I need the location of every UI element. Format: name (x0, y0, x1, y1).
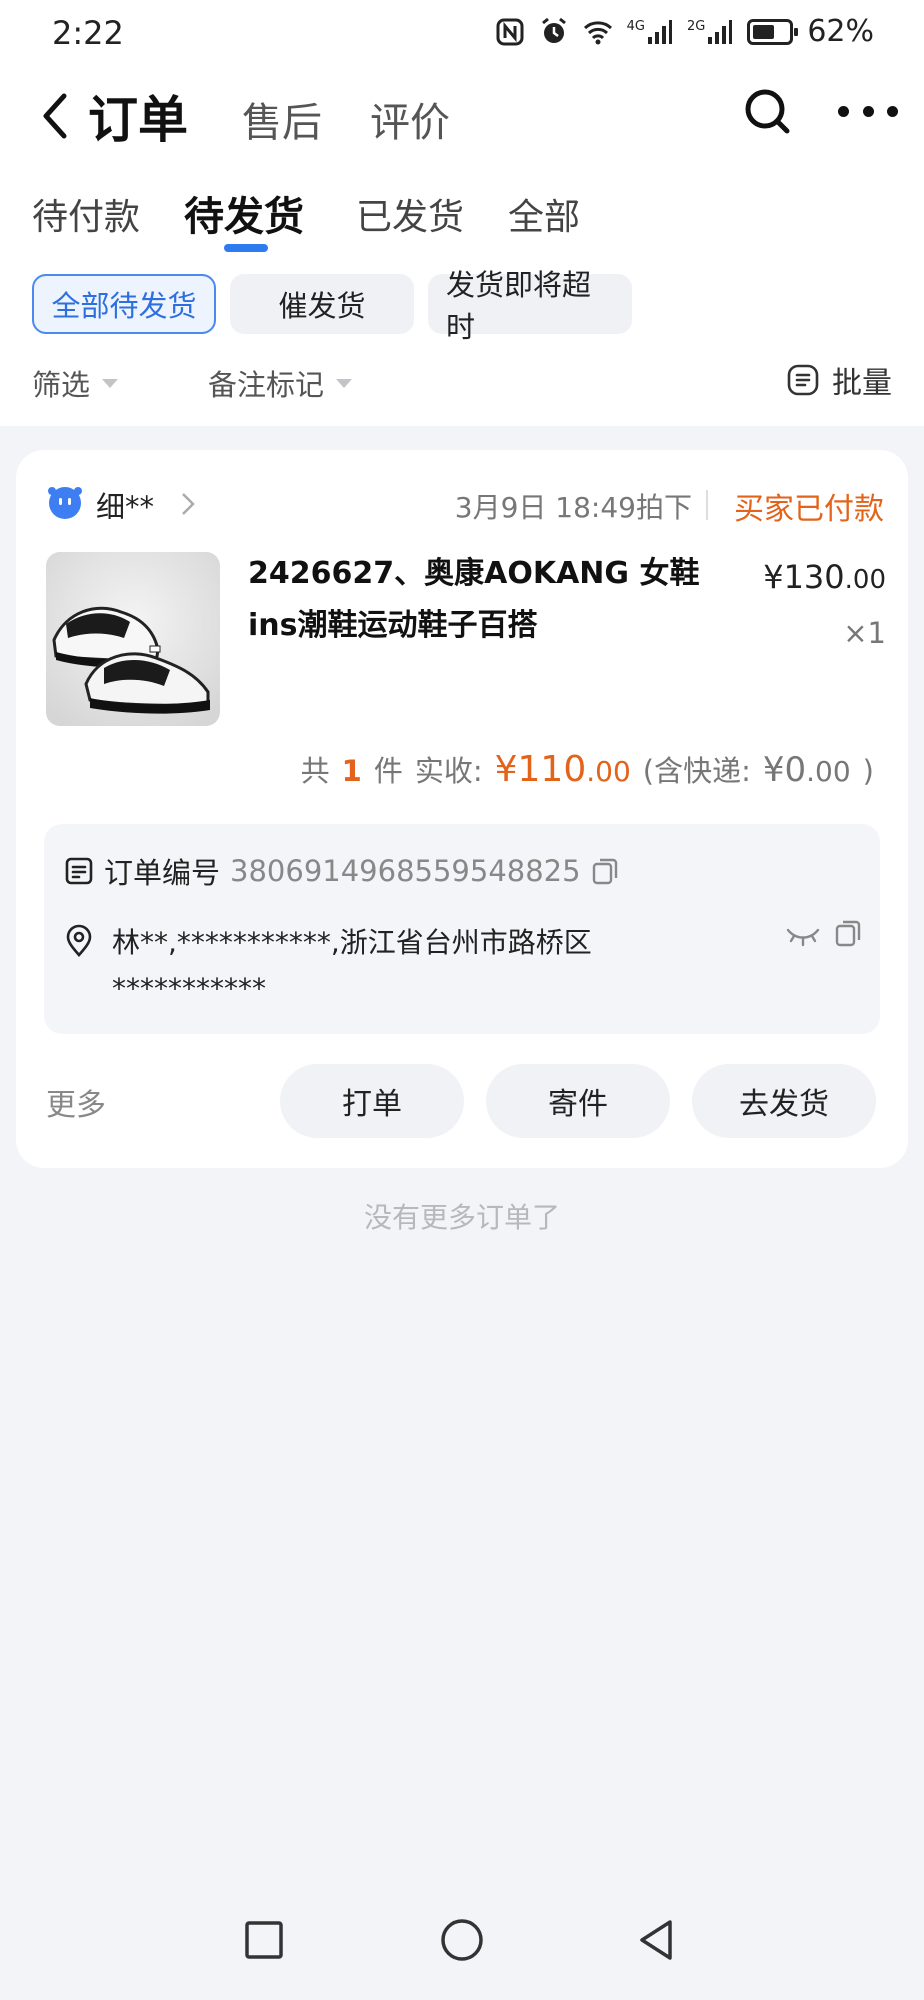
remark-label: 备注标记 (208, 368, 325, 402)
paid-label: 实收: (414, 754, 483, 788)
tab-pending-payment[interactable]: 待付款 (32, 188, 140, 240)
filter-chips: 全部待发货 催发货 发货即将超时 (32, 268, 632, 344)
filter-row: 筛选 备注标记 批量 (0, 356, 924, 412)
filter-dropdown[interactable]: 筛选 (32, 362, 119, 404)
batch-label: 批量 (832, 366, 892, 401)
battery-icon (747, 18, 799, 45)
search-icon[interactable] (742, 86, 792, 136)
order-number-label: 订单编号 (104, 856, 221, 890)
print-order-button[interactable]: 打单 (280, 1064, 464, 1138)
order-status: 买家已付款 (734, 492, 884, 527)
send-package-button[interactable]: 寄件 (486, 1064, 670, 1138)
status-time: 2:22 (52, 14, 124, 52)
paid-amount: ¥110.00 (494, 749, 631, 790)
caret-down-icon (102, 378, 119, 388)
order-status-tabs: 待付款 待发货 已发货 全部 (0, 180, 924, 260)
summary-prefix: 共 (300, 754, 330, 788)
back-icon[interactable] (36, 90, 76, 142)
page-title: 订单 (88, 91, 188, 149)
caret-down-icon (336, 378, 353, 388)
divider (706, 490, 708, 520)
chip-urge-shipment[interactable]: 催发货 (230, 274, 414, 334)
order-actions: 更多 打单 寄件 去发货 (16, 1062, 908, 1138)
header-area: 2:22 4G 2G 62% 订单 售后 评价 待付款 待发货 已发货 全部 全… (0, 0, 924, 426)
shop-row: 细** 3月9日 18:49拍下 买家已付款 (48, 482, 884, 528)
summary-unit: 件 (373, 754, 403, 788)
shipping-close: ) (862, 754, 874, 788)
order-number: 3806914968559548825 (230, 854, 581, 888)
order-info-box: 订单编号 3806914968559548825 林**,***********… (44, 824, 880, 1034)
tab-shipped[interactable]: 已发货 (356, 188, 464, 240)
product-title[interactable]: 2426627、奥康AOKANG 女鞋ins潮鞋运动鞋子百搭 (248, 548, 748, 652)
shipping-label: (含快递: (642, 754, 751, 788)
end-of-list-text: 没有更多订单了 (363, 1201, 560, 1234)
nfc-icon (496, 18, 524, 45)
tab-reviews[interactable]: 评价 (370, 90, 450, 148)
tab-after-sales[interactable]: 售后 (242, 90, 322, 148)
signal-4g-icon: 4G (627, 19, 673, 45)
more-actions-link[interactable]: 更多 (46, 1080, 106, 1124)
shop-name[interactable]: 细** (96, 484, 154, 526)
home-icon[interactable] (440, 1918, 484, 1962)
nav-bar: 订单 售后 评价 (0, 76, 924, 156)
batch-button[interactable]: 批量 (786, 358, 892, 402)
shipping-amount: ¥0.00 (762, 750, 851, 790)
tab-all[interactable]: 全部 (508, 188, 580, 240)
order-card: 细** 3月9日 18:49拍下 买家已付款 2426627、奥康AOKANG … (16, 450, 908, 1168)
hidden-eye-icon[interactable] (786, 924, 820, 948)
alarm-icon (541, 17, 566, 43)
product-quantity: ×1 (843, 616, 886, 650)
recent-apps-icon[interactable] (244, 1920, 284, 1960)
item-count: 1 (341, 754, 362, 788)
battery-percent: 62% (807, 14, 874, 49)
signal-2g-icon: 2G (687, 19, 733, 45)
active-tab-indicator (224, 244, 268, 252)
more-options-icon[interactable] (838, 98, 898, 124)
product-price: ¥130.00 (763, 558, 886, 596)
product-image[interactable] (46, 552, 220, 726)
back-nav-icon[interactable] (636, 1918, 676, 1962)
shipping-address: 林**,***********,浙江省台州市路桥区*********** (112, 926, 592, 1005)
shop-avatar-icon[interactable] (48, 486, 82, 520)
location-pin-icon (66, 924, 92, 957)
system-nav-bar (0, 1892, 924, 2000)
ship-now-button[interactable]: 去发货 (692, 1064, 876, 1138)
order-time: 3月9日 18:49拍下 (454, 491, 692, 524)
order-doc-icon (65, 857, 93, 885)
chip-shipment-timeout[interactable]: 发货即将超时 (428, 268, 632, 344)
order-summary: 共 1 件 实收: ¥110.00 (含快递: ¥0.00 ) (301, 748, 874, 790)
chevron-right-icon[interactable] (180, 492, 196, 516)
status-icons: 4G 2G 62% (495, 14, 874, 49)
order-number-row: 订单编号 3806914968559548825 (64, 850, 619, 892)
copy-address-icon[interactable] (834, 918, 862, 948)
batch-icon (787, 364, 819, 396)
wifi-icon (583, 20, 612, 44)
copy-icon[interactable] (591, 856, 619, 886)
status-bar: 2:22 4G 2G 62% (0, 0, 924, 66)
remark-dropdown[interactable]: 备注标记 (208, 362, 353, 404)
chip-all-pending[interactable]: 全部待发货 (32, 274, 216, 334)
tab-pending-shipment[interactable]: 待发货 (184, 184, 304, 242)
filter-label: 筛选 (32, 368, 91, 402)
